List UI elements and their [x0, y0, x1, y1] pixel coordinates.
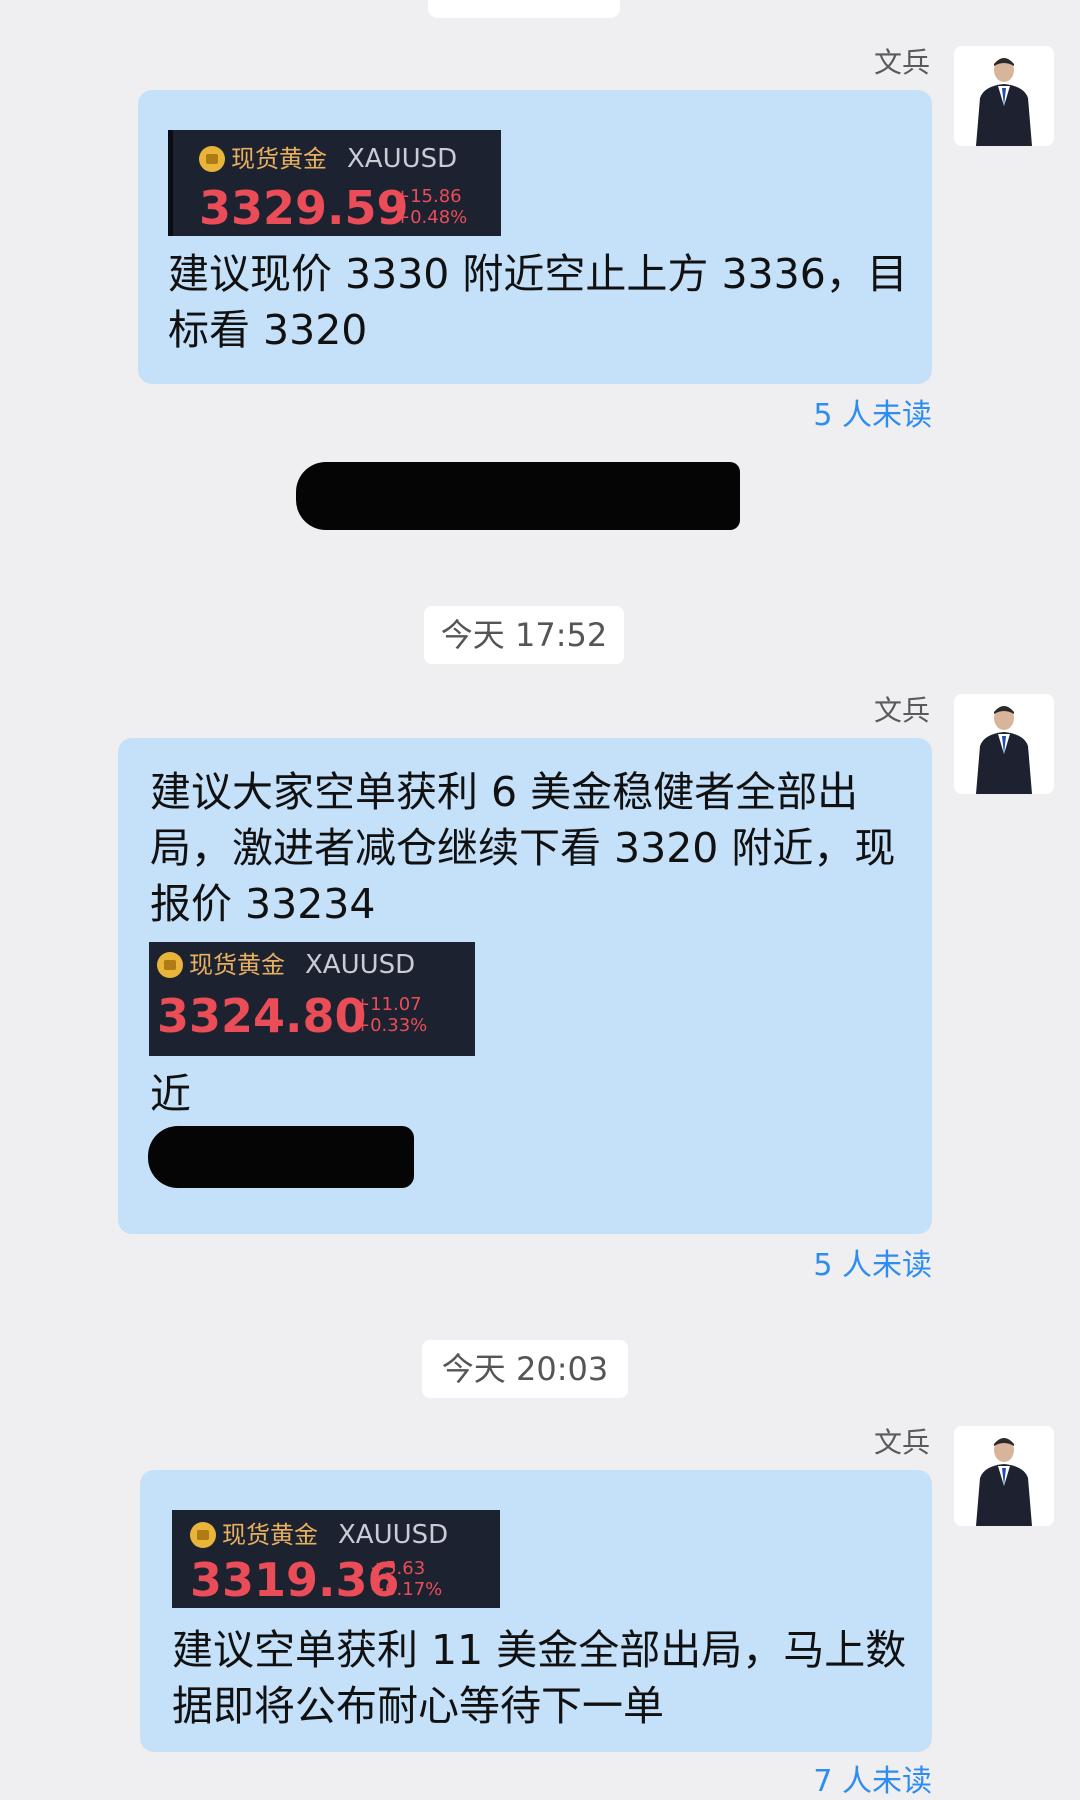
message-bubble[interactable]: 建议大家空单获利 6 美金稳健者全部出局，激进者减仓继续下看 3320 附近，现…: [118, 738, 932, 1234]
ticker-change-percent: +0.33%: [355, 1015, 428, 1036]
sender-name: 文兵: [873, 1426, 930, 1459]
redacted-block: [296, 462, 740, 530]
gold-price-card[interactable]: 现货黄金 XAUUSD 3319.36 +5.63 +0.17%: [172, 1510, 500, 1608]
ticker-price: 3329.59: [199, 181, 409, 235]
gold-coin-icon: [157, 952, 183, 978]
ticker-name: 现货黄金: [231, 145, 327, 173]
ticker-symbol: XAUUSD: [347, 144, 458, 174]
avatar[interactable]: [954, 46, 1054, 146]
unread-count[interactable]: 7 人未读: [732, 1764, 932, 1800]
message-text-continued: 近: [150, 1070, 191, 1118]
message-bubble[interactable]: 现货黄金 XAUUSD 3329.59 +15.86 +0.48% 建议现价 3…: [138, 90, 932, 384]
avatar[interactable]: [954, 1426, 1054, 1526]
unread-count[interactable]: 5 人未读: [732, 398, 932, 434]
ticker-change-percent: +0.48%: [395, 207, 468, 228]
timestamp-divider: 今天 20:03: [422, 1340, 628, 1398]
ticker-price: 3324.80: [157, 989, 367, 1043]
ticker-symbol: XAUUSD: [305, 950, 416, 980]
person-avatar-icon: [954, 1426, 1054, 1526]
ticker-change: +5.63: [370, 1558, 426, 1579]
timestamp-divider: 今天 17:52: [424, 606, 624, 664]
message-text: 建议空单获利 11 美金全部出局，马上数据即将公布耐心等待下一单: [172, 1626, 907, 1730]
person-avatar-icon: [954, 694, 1054, 794]
unread-count[interactable]: 5 人未读: [732, 1248, 932, 1284]
message-text: 建议现价 3330 附近空止上方 3336，目标看 3320: [168, 250, 908, 354]
gold-price-card[interactable]: 现货黄金 XAUUSD 3329.59 +15.86 +0.48%: [168, 130, 501, 236]
ticker-change: +15.86: [395, 186, 462, 207]
gold-coin-icon: [199, 146, 225, 172]
message-bubble[interactable]: 现货黄金 XAUUSD 3319.36 +5.63 +0.17% 建议空单获利 …: [140, 1470, 932, 1752]
sender-name: 文兵: [873, 46, 930, 79]
person-avatar-icon: [954, 46, 1054, 146]
ticker-name: 现货黄金: [222, 1521, 318, 1549]
sender-name: 文兵: [873, 694, 930, 727]
gold-coin-icon: [190, 1522, 216, 1548]
avatar[interactable]: [954, 694, 1054, 794]
message-text: 建议大家空单获利 6 美金稳健者全部出局，激进者减仓继续下看 3320 附近，现…: [150, 768, 896, 928]
ticker-symbol: XAUUSD: [338, 1520, 449, 1550]
ticker-price: 3319.36: [190, 1553, 400, 1607]
gold-price-card[interactable]: 现货黄金 XAUUSD 3324.80 +11.07 +0.33%: [149, 942, 475, 1056]
redacted-block: [148, 1126, 414, 1188]
ticker-change-percent: +0.17%: [370, 1579, 443, 1600]
ticker-name: 现货黄金: [189, 951, 285, 979]
ticker-change: +11.07: [355, 994, 422, 1015]
time-divider-top: [428, 0, 620, 18]
